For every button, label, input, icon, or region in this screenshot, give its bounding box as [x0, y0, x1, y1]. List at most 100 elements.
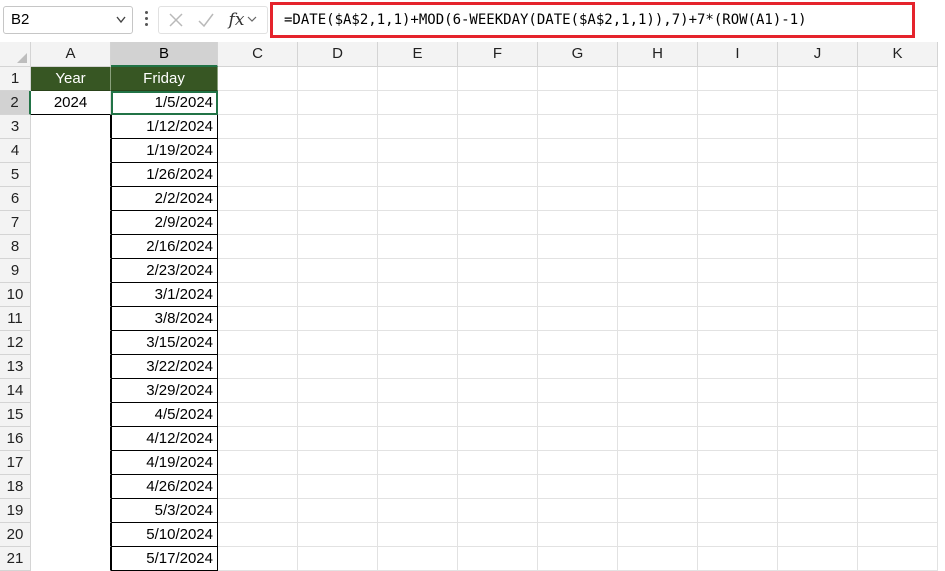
cell-d12[interactable]: [298, 331, 378, 355]
row-header-4[interactable]: 4: [0, 139, 31, 163]
cell-h16[interactable]: [618, 427, 698, 451]
cell-a21[interactable]: [31, 547, 111, 571]
cell-e16[interactable]: [378, 427, 458, 451]
cell-e11[interactable]: [378, 307, 458, 331]
cell-b14[interactable]: 3/29/2024: [111, 379, 218, 403]
cell-d17[interactable]: [298, 451, 378, 475]
column-header-c[interactable]: C: [218, 42, 298, 67]
cell-d16[interactable]: [298, 427, 378, 451]
cell-e5[interactable]: [378, 163, 458, 187]
cell-c10[interactable]: [218, 283, 298, 307]
column-header-a[interactable]: A: [31, 42, 111, 67]
cell-c6[interactable]: [218, 187, 298, 211]
cell-b12[interactable]: 3/15/2024: [111, 331, 218, 355]
cell-c1[interactable]: [218, 67, 298, 91]
row-header-14[interactable]: 14: [0, 379, 31, 403]
cell-j19[interactable]: [778, 499, 858, 523]
cell-b10[interactable]: 3/1/2024: [111, 283, 218, 307]
row-header-3[interactable]: 3: [0, 115, 31, 139]
cell-b16[interactable]: 4/12/2024: [111, 427, 218, 451]
cell-b3[interactable]: 1/12/2024: [111, 115, 218, 139]
cell-b4[interactable]: 1/19/2024: [111, 139, 218, 163]
column-header-b[interactable]: B: [111, 42, 218, 67]
cell-i8[interactable]: [698, 235, 778, 259]
cell-g14[interactable]: [538, 379, 618, 403]
cell-g18[interactable]: [538, 475, 618, 499]
cell-j11[interactable]: [778, 307, 858, 331]
cell-i6[interactable]: [698, 187, 778, 211]
name-box[interactable]: B2: [3, 6, 133, 34]
cell-e4[interactable]: [378, 139, 458, 163]
cell-b20[interactable]: 5/10/2024: [111, 523, 218, 547]
cell-k9[interactable]: [858, 259, 938, 283]
cell-f7[interactable]: [458, 211, 538, 235]
cell-f10[interactable]: [458, 283, 538, 307]
cell-k6[interactable]: [858, 187, 938, 211]
cell-h12[interactable]: [618, 331, 698, 355]
cell-b2[interactable]: 1/5/2024: [111, 91, 218, 115]
cell-c20[interactable]: [218, 523, 298, 547]
cell-j4[interactable]: [778, 139, 858, 163]
cell-g1[interactable]: [538, 67, 618, 91]
cell-d11[interactable]: [298, 307, 378, 331]
cell-e1[interactable]: [378, 67, 458, 91]
cell-c3[interactable]: [218, 115, 298, 139]
row-header-11[interactable]: 11: [0, 307, 31, 331]
cell-j1[interactable]: [778, 67, 858, 91]
cell-i10[interactable]: [698, 283, 778, 307]
cell-d13[interactable]: [298, 355, 378, 379]
cell-g16[interactable]: [538, 427, 618, 451]
cell-a6[interactable]: [31, 187, 111, 211]
cell-b19[interactable]: 5/3/2024: [111, 499, 218, 523]
cell-a11[interactable]: [31, 307, 111, 331]
cell-k16[interactable]: [858, 427, 938, 451]
cell-g9[interactable]: [538, 259, 618, 283]
cell-e7[interactable]: [378, 211, 458, 235]
cell-a20[interactable]: [31, 523, 111, 547]
cell-j2[interactable]: [778, 91, 858, 115]
cell-b7[interactable]: 2/9/2024: [111, 211, 218, 235]
cell-i16[interactable]: [698, 427, 778, 451]
cell-g7[interactable]: [538, 211, 618, 235]
cell-d20[interactable]: [298, 523, 378, 547]
cell-k1[interactable]: [858, 67, 938, 91]
cell-k18[interactable]: [858, 475, 938, 499]
cell-f12[interactable]: [458, 331, 538, 355]
cell-f16[interactable]: [458, 427, 538, 451]
cell-f18[interactable]: [458, 475, 538, 499]
cell-k17[interactable]: [858, 451, 938, 475]
cell-d5[interactable]: [298, 163, 378, 187]
cell-i1[interactable]: [698, 67, 778, 91]
cell-g15[interactable]: [538, 403, 618, 427]
cell-a3[interactable]: [31, 115, 111, 139]
cell-b6[interactable]: 2/2/2024: [111, 187, 218, 211]
cell-i15[interactable]: [698, 403, 778, 427]
row-header-10[interactable]: 10: [0, 283, 31, 307]
cell-d8[interactable]: [298, 235, 378, 259]
cell-c21[interactable]: [218, 547, 298, 571]
cell-f4[interactable]: [458, 139, 538, 163]
cell-e8[interactable]: [378, 235, 458, 259]
cell-c7[interactable]: [218, 211, 298, 235]
cancel-icon[interactable]: [165, 9, 187, 31]
cell-e12[interactable]: [378, 331, 458, 355]
cell-e14[interactable]: [378, 379, 458, 403]
cell-d6[interactable]: [298, 187, 378, 211]
cell-a17[interactable]: [31, 451, 111, 475]
cell-h13[interactable]: [618, 355, 698, 379]
cell-k15[interactable]: [858, 403, 938, 427]
column-header-f[interactable]: F: [458, 42, 538, 67]
cell-e19[interactable]: [378, 499, 458, 523]
cell-j14[interactable]: [778, 379, 858, 403]
cell-d18[interactable]: [298, 475, 378, 499]
cell-c2[interactable]: [218, 91, 298, 115]
cell-g17[interactable]: [538, 451, 618, 475]
cell-a7[interactable]: [31, 211, 111, 235]
cell-f14[interactable]: [458, 379, 538, 403]
cell-h15[interactable]: [618, 403, 698, 427]
cell-e18[interactable]: [378, 475, 458, 499]
cell-g11[interactable]: [538, 307, 618, 331]
row-header-18[interactable]: 18: [0, 475, 31, 499]
cell-b18[interactable]: 4/26/2024: [111, 475, 218, 499]
cell-g6[interactable]: [538, 187, 618, 211]
